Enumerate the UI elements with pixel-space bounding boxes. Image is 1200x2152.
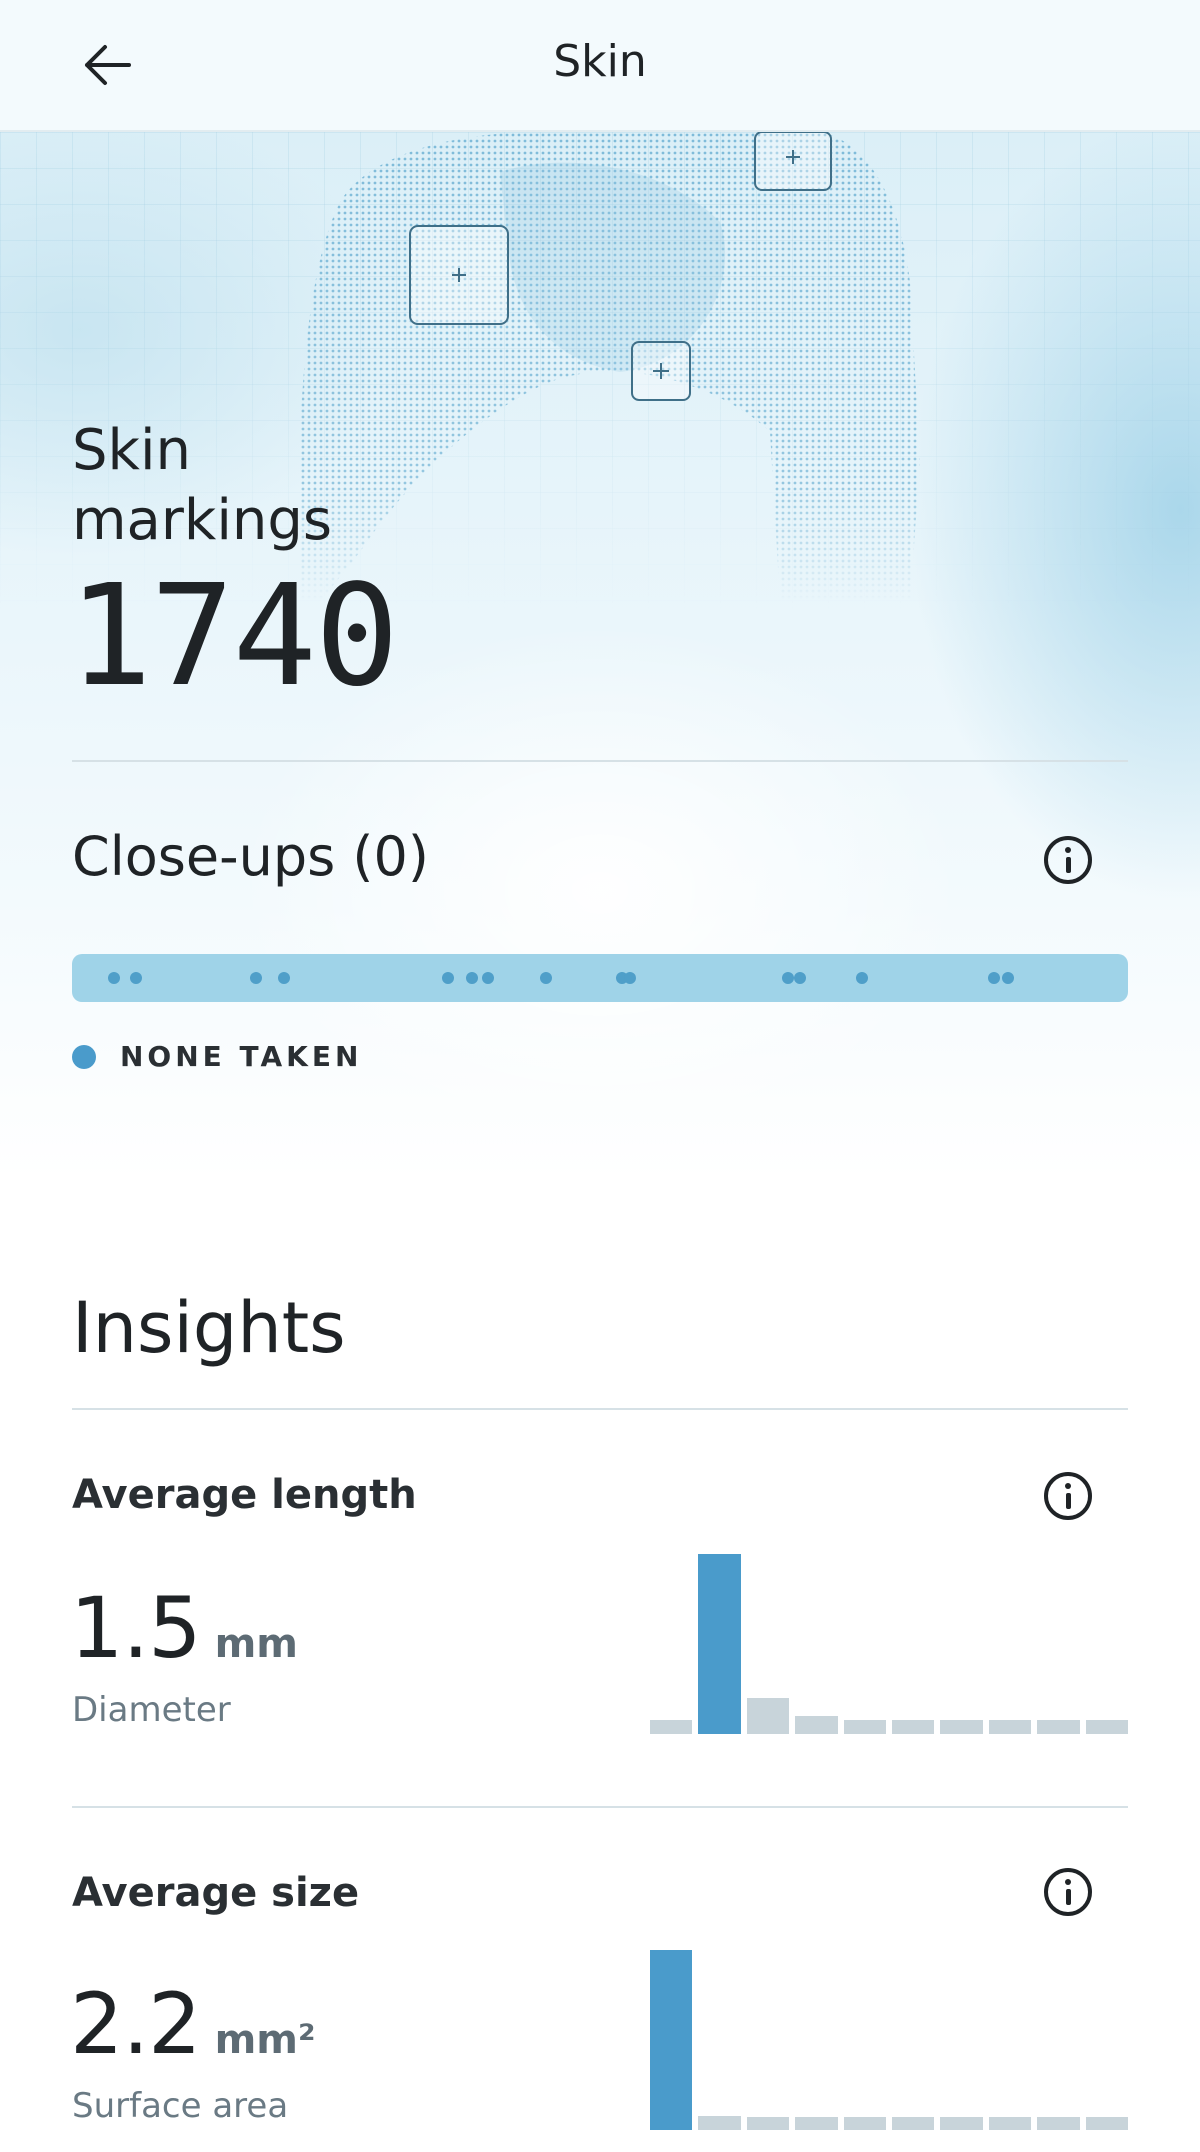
histogram-bar xyxy=(940,2117,983,2130)
divider xyxy=(72,1408,1128,1410)
average-size-info-button[interactable] xyxy=(1044,1868,1092,1916)
legend-label: NONE TAKEN xyxy=(120,1040,363,1073)
divider xyxy=(72,760,1128,762)
average-length-unit: mm xyxy=(214,1621,298,1667)
histogram-bar xyxy=(988,1719,1032,1734)
histogram-bar xyxy=(843,1719,886,1734)
histogram-bar xyxy=(795,1716,838,1734)
histogram-bar xyxy=(1037,2117,1080,2130)
histogram-bar xyxy=(988,2117,1032,2130)
average-size-subtitle: Surface area xyxy=(72,2086,289,2126)
histogram-bar xyxy=(698,2115,741,2130)
skin-markings-count: 1740 xyxy=(68,555,399,718)
average-size-histogram xyxy=(650,1950,1128,2130)
histogram-bar xyxy=(650,1719,693,1734)
histogram-bar xyxy=(746,1698,790,1734)
average-length-value: 1.5 mm xyxy=(70,1580,298,1676)
histogram-bar xyxy=(843,2117,886,2130)
average-size-title: Average size xyxy=(72,1870,360,1916)
histogram-bar xyxy=(940,1719,983,1734)
skin-screen: Skin Skin markings 1740 Close-ups (0) NO… xyxy=(0,0,1200,2152)
close-ups-info-button[interactable] xyxy=(1044,836,1092,884)
histogram-bar xyxy=(1085,1719,1128,1734)
histogram-bar xyxy=(650,1950,693,2130)
histogram-bar xyxy=(746,2117,790,2130)
histogram-bar xyxy=(892,1719,935,1734)
average-size-number: 2.2 xyxy=(70,1975,202,2073)
divider xyxy=(72,1806,1128,1808)
legend-dot xyxy=(72,1044,96,1069)
average-length-subtitle: Diameter xyxy=(72,1690,231,1730)
histogram-bar xyxy=(795,2117,838,2130)
average-size-unit: mm² xyxy=(214,2017,316,2063)
page-title: Skin xyxy=(553,36,647,87)
average-length-histogram xyxy=(650,1554,1128,1734)
info-icon xyxy=(1065,1879,1071,1885)
info-icon xyxy=(1065,847,1071,853)
average-length-number: 1.5 xyxy=(70,1579,202,1677)
average-length-info-button[interactable] xyxy=(1044,1472,1092,1520)
insights-title: Insights xyxy=(72,1287,346,1369)
histogram-bar xyxy=(1085,2117,1128,2130)
skin-markings-label: Skin markings xyxy=(72,418,333,553)
average-length-title: Average length xyxy=(72,1472,417,1518)
histogram-bar xyxy=(892,2117,935,2130)
top-app-bar: Skin xyxy=(0,0,1200,132)
close-ups-dot-track xyxy=(72,954,1128,1002)
close-ups-legend: NONE TAKEN xyxy=(72,1040,362,1073)
info-icon xyxy=(1065,1483,1071,1489)
average-size-value: 2.2 mm² xyxy=(70,1976,315,2072)
close-ups-title: Close-ups (0) xyxy=(72,825,429,888)
histogram-bar xyxy=(1037,1719,1080,1734)
histogram-bar xyxy=(698,1554,741,1734)
